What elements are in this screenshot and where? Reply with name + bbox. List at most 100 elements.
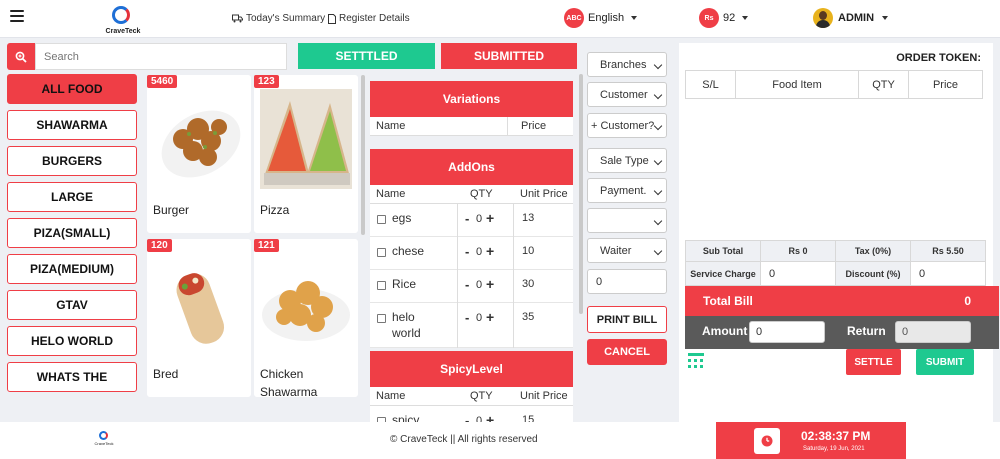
chevron-down-icon [653,121,663,131]
settle-button[interactable]: SETTLE [846,349,901,375]
burger-image [153,89,245,189]
chevron-down-icon [742,16,749,20]
category-piza-medium[interactable]: PIZA(MEDIUM) [7,254,137,284]
category-whats-the[interactable]: WHATS THE [7,362,137,392]
product-name: Chicken Shawarma [260,367,318,399]
addon-checkbox[interactable] [377,248,386,257]
empty-select[interactable] [587,208,667,233]
chevron-down-icon [653,246,663,256]
decrease-qty-button[interactable]: - [465,277,469,292]
addon-checkbox[interactable] [377,215,386,224]
category-helo-world[interactable]: HELO WORLD [7,326,137,356]
addons-table-header: Name QTY Unit Price [370,185,573,204]
service-charge-input[interactable]: 0 [760,261,836,286]
todays-summary-link[interactable]: Today's Summary [232,13,325,24]
sub-total-label: Sub Total [685,240,761,262]
total-bill-label: Total Bill [703,294,753,308]
customer-select[interactable]: Customer [587,82,667,107]
col-name: Name [376,188,406,200]
addon-checkbox[interactable] [377,281,386,290]
search-button[interactable] [7,43,35,70]
language-label: English [588,12,625,24]
chevron-down-icon [882,16,889,20]
tab-settled[interactable]: SETTTLED [298,43,435,69]
category-burgers[interactable]: BURGERS [7,146,137,176]
category-large[interactable]: LARGE [7,182,137,212]
decrease-qty-button[interactable]: - [465,413,469,422]
tax-label: Tax (0%) [835,240,911,262]
payment-select[interactable]: Payment. [587,178,667,203]
tab-submitted[interactable]: SUBMITTED [441,43,577,69]
language-badge: ABC [564,8,584,28]
register-details-link[interactable]: Register Details [328,13,410,24]
increase-qty-button[interactable]: + [486,412,494,422]
col-price: Price [521,120,547,132]
increase-qty-button[interactable]: + [486,276,494,292]
footer: CraveTeck © CraveTeck || All rights rese… [0,422,1000,459]
category-all-food[interactable]: ALL FOOD [7,74,137,104]
decrease-qty-button[interactable]: - [465,244,469,259]
clock-widget: 02:38:37 PM Saturday, 19 Jun, 2021 [716,422,906,459]
product-card-bred[interactable]: 120 Bred [147,239,251,397]
register-details-label: Register Details [339,13,410,24]
calculator-icon[interactable] [687,352,705,370]
product-card-pizza[interactable]: 123 Pizza [254,75,358,233]
todays-summary-label: Today's Summary [246,13,326,24]
variations-header: Variations [370,81,573,117]
addon-row: helo world - 0 + 35 [370,303,573,348]
spicy-name: spicy [392,413,420,422]
variations-table-header: Name Price [370,117,573,136]
user-menu[interactable]: ADMIN [813,8,889,28]
decrease-qty-button[interactable]: - [465,310,469,325]
language-selector[interactable]: ABC English [564,8,638,28]
category-piza-small[interactable]: PIZA(SMALL) [7,218,137,248]
addon-qty: 0 [476,312,483,324]
chicken-shawarma-image [260,253,352,353]
footer-logo: CraveTeck [94,431,114,447]
col-food-item: Food Item [735,70,859,99]
increase-qty-button[interactable]: + [486,309,494,325]
col-unit-price: Unit Price [520,390,568,402]
waiter-select[interactable]: Waiter [587,238,667,263]
amount-field[interactable]: 0 [587,269,667,294]
chevron-down-icon [631,16,638,20]
addon-name: egs [392,211,412,225]
price-badge: 5460 [147,75,178,88]
chevron-down-icon [653,156,663,166]
amount-input[interactable]: 0 [749,321,825,343]
product-card-burger[interactable]: 5460 Burger [147,75,251,233]
currency-badge: Rs [699,8,719,28]
modifiers-scrollbar[interactable] [579,74,583,314]
add-customer-select[interactable]: + Customer? [587,113,667,138]
category-gtav[interactable]: GTAV [7,290,137,320]
addon-checkbox[interactable] [377,314,386,323]
addon-row: Rice - 0 + 30 [370,270,573,303]
col-qty: QTY [858,70,909,99]
search-icon [15,51,27,63]
product-name: Burger [153,203,190,217]
col-price: Price [908,70,983,99]
modifiers-panel: Variations Name Price AddOns Name QTY Un… [365,72,583,422]
increase-qty-button[interactable]: + [486,243,494,259]
col-name: Name [376,390,406,402]
increase-qty-button[interactable]: + [486,210,494,226]
cancel-button[interactable]: CANCEL [587,339,667,365]
price-badge: 120 [147,239,172,252]
addon-name: chese [392,244,425,258]
product-card-chicken-shawarma[interactable]: 121 Chicken Shawarma [254,239,358,399]
sale-type-select[interactable]: Sale Type [587,148,667,173]
col-qty: QTY [470,390,493,402]
currency-selector[interactable]: Rs 92 [699,8,749,28]
clock-icon [754,428,780,454]
category-shawarma[interactable]: SHAWARMA [7,110,137,140]
discount-input[interactable]: 0 [910,261,986,286]
print-bill-button[interactable]: PRINT BILL [587,306,667,333]
search-input[interactable] [35,43,287,70]
hamburger-menu-icon[interactable] [10,10,24,22]
addon-qty: 0 [476,213,483,225]
submit-button[interactable]: SUBMIT [916,349,974,375]
spicy-row: spicy - 0 + 15 [370,406,573,422]
addon-row: egs - 0 + 13 [370,204,573,237]
decrease-qty-button[interactable]: - [465,211,469,226]
branches-select[interactable]: Branches [587,52,667,77]
